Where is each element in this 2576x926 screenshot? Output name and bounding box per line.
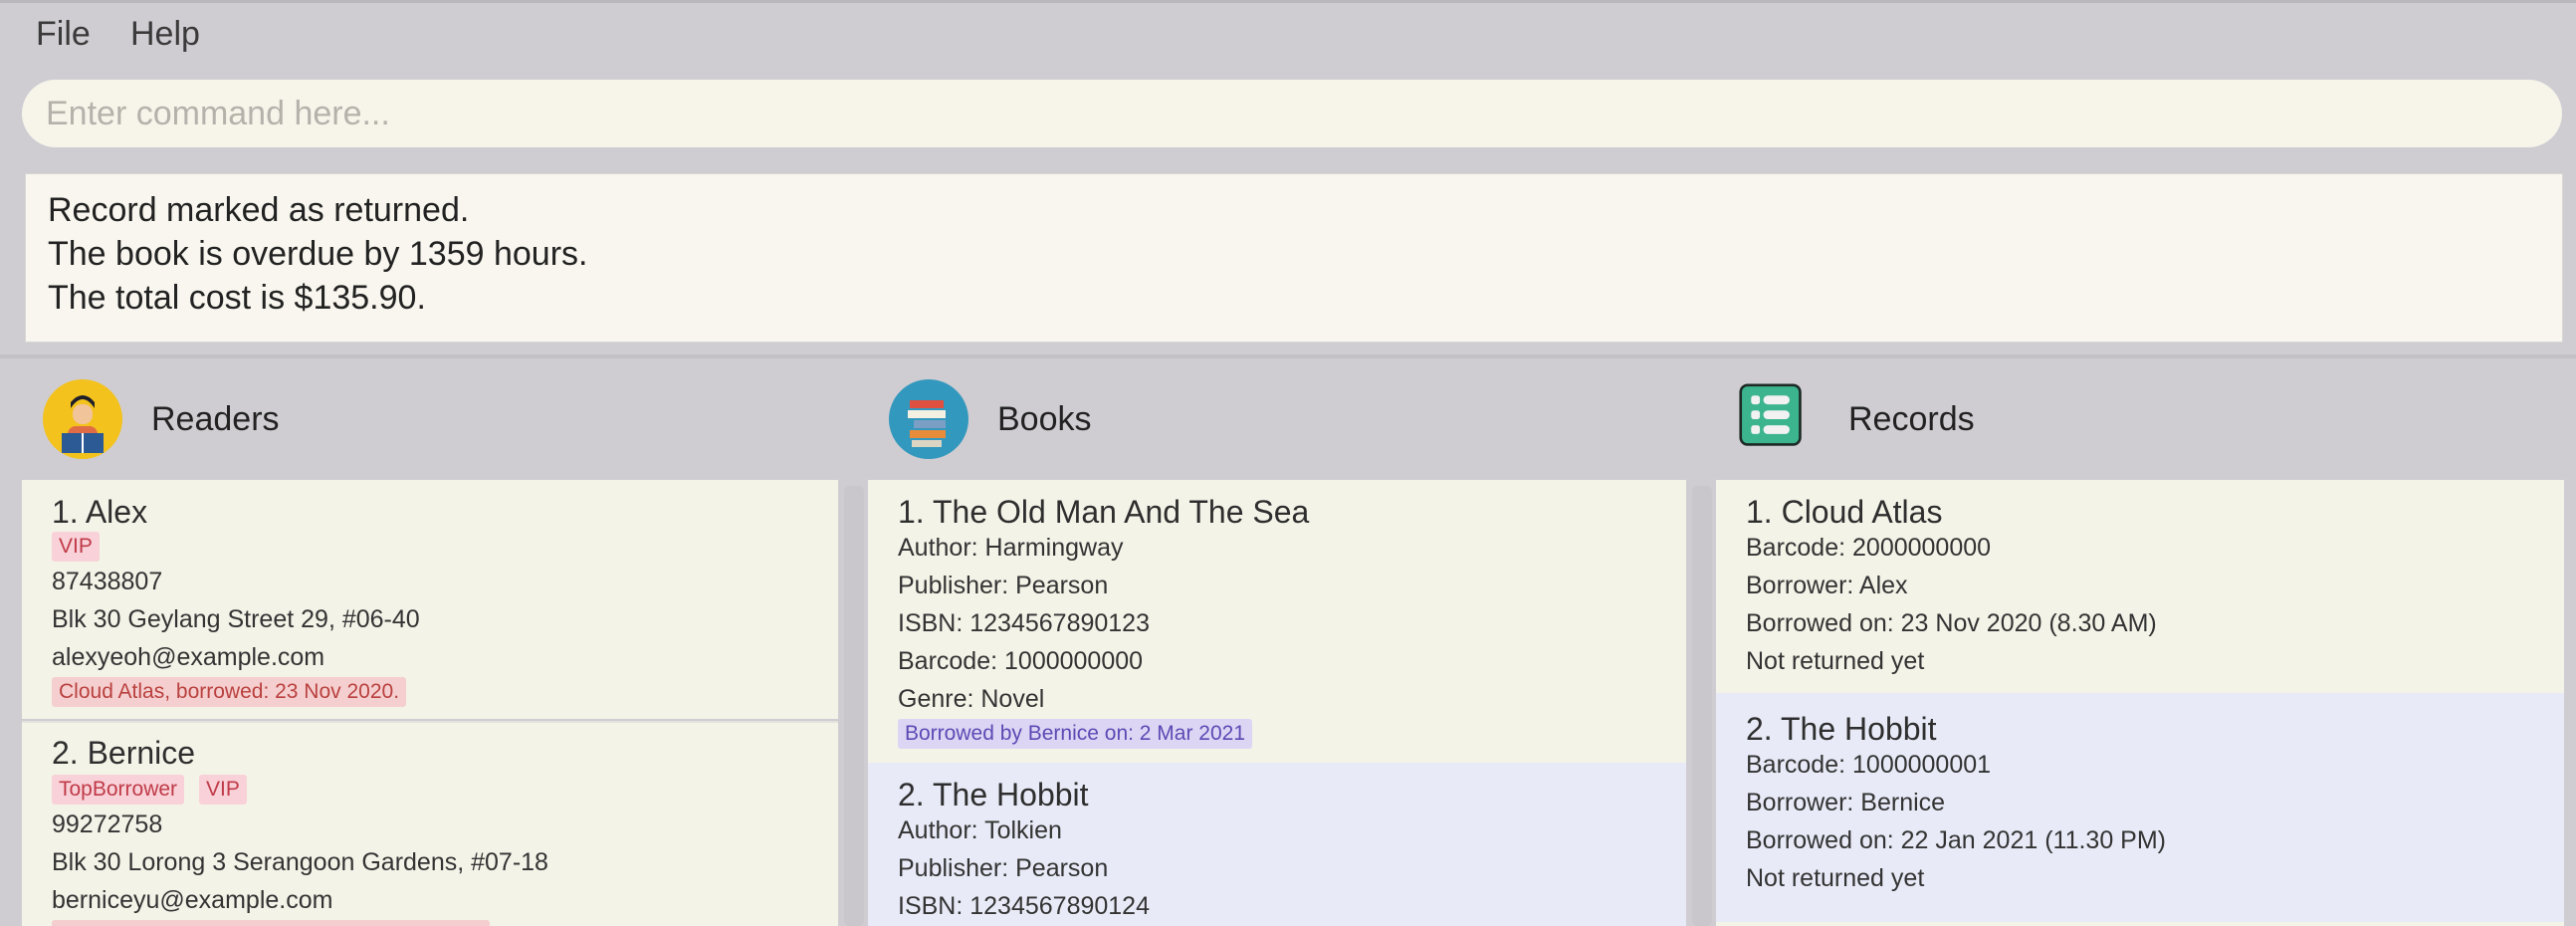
book-barcode: Barcode: 1000000000	[898, 647, 1144, 675]
result-line: The book is overdue by 1359 hours.	[48, 235, 588, 273]
list-item[interactable]: 1. The Old Man And The Sea Author: Harmi…	[868, 480, 1686, 763]
readers-title: Readers	[151, 400, 280, 438]
book-publisher: Publisher: Pearson	[898, 572, 1109, 599]
reader-avatar-icon	[43, 379, 122, 459]
reader-email: alexyeoh@example.com	[52, 643, 325, 671]
command-placeholder: Enter command here...	[46, 95, 390, 132]
menu-help[interactable]: Help	[130, 15, 200, 54]
reader-email: berniceyu@example.com	[52, 886, 333, 914]
book-name: 1. The Old Man And The Sea	[898, 494, 1310, 530]
record-name: 2. The Hobbit	[1746, 711, 1937, 747]
result-display: Record marked as returned. The book is o…	[25, 173, 2563, 343]
book-genre: Genre: Novel	[898, 685, 1045, 713]
tag: VIP	[199, 775, 247, 805]
books-title: Books	[997, 400, 1092, 438]
readers-scrollbar[interactable]	[844, 486, 864, 926]
list-item[interactable]: 2. The Hobbit Author: Tolkien Publisher:…	[868, 763, 1686, 926]
list-item[interactable]: 1. Cloud Atlas Barcode: 2000000000 Borro…	[1716, 480, 2564, 693]
readers-list: 1. Alex VIP 87438807 Blk 30 Geylang Stre…	[22, 480, 838, 926]
reader-phone: 87438807	[52, 568, 163, 595]
result-line: Record marked as returned.	[48, 191, 470, 229]
record-borrower: Borrower: Bernice	[1746, 789, 1946, 816]
record-barcode: Barcode: 1000000001	[1746, 751, 1992, 779]
list-item[interactable]: 2. Bernice TopBorrower VIP 99272758 Blk …	[22, 721, 838, 926]
divider	[0, 354, 2576, 358]
reader-name: 1. Alex	[52, 494, 148, 530]
menu-file[interactable]: File	[36, 15, 91, 54]
records-header: Records	[1739, 378, 2535, 462]
books-list: 1. The Old Man And The Sea Author: Harmi…	[868, 480, 1686, 926]
record-borrowed: Borrowed on: 22 Jan 2021 (11.30 PM)	[1746, 826, 2167, 854]
record-name: 1. Cloud Atlas	[1746, 494, 1943, 530]
record-returned: Not returned yet	[1746, 864, 1925, 892]
reader-address: Blk 30 Lorong 3 Serangoon Gardens, #07-1…	[52, 848, 548, 876]
record-borrower: Borrower: Alex	[1746, 572, 1908, 599]
menu-bar: File Help	[0, 0, 2576, 69]
book-isbn: ISBN: 1234567890124	[898, 892, 1150, 920]
list-item[interactable]	[1716, 922, 2564, 926]
status-badge: Borrowed by Bernice on: 2 Mar 2021	[898, 719, 1253, 749]
list-item[interactable]: 2. The Hobbit Barcode: 1000000001 Borrow…	[1716, 693, 2564, 922]
book-author: Author: Tolkien	[898, 816, 1062, 844]
command-input[interactable]: Enter command here...	[22, 80, 2562, 147]
book-author: Author: Harmingway	[898, 534, 1124, 562]
records-list: 1. Cloud Atlas Barcode: 2000000000 Borro…	[1716, 480, 2564, 926]
book-publisher: Publisher: Pearson	[898, 854, 1109, 882]
record-barcode: Barcode: 2000000000	[1746, 534, 1992, 562]
records-title: Records	[1848, 400, 1975, 438]
books-scrollbar[interactable]	[1692, 486, 1712, 926]
books-icon	[889, 379, 968, 459]
tag: VIP	[52, 532, 100, 562]
result-line: The total cost is $135.90.	[48, 279, 426, 317]
borrow-tag	[52, 920, 490, 926]
reader-address: Blk 30 Geylang Street 29, #06-40	[52, 605, 420, 633]
record-returned: Not returned yet	[1746, 647, 1925, 675]
reader-phone: 99272758	[52, 810, 163, 838]
reader-name: 2. Bernice	[52, 735, 196, 771]
book-isbn: ISBN: 1234567890123	[898, 609, 1150, 637]
books-header: Books	[888, 378, 1684, 462]
tag: TopBorrower	[52, 775, 185, 805]
readers-header: Readers	[42, 378, 838, 462]
list-icon	[1739, 383, 1802, 446]
book-name: 2. The Hobbit	[898, 777, 1089, 812]
record-borrowed: Borrowed on: 23 Nov 2020 (8.30 AM)	[1746, 609, 2157, 637]
list-item[interactable]: 1. Alex VIP 87438807 Blk 30 Geylang Stre…	[22, 480, 838, 719]
borrow-tag: Cloud Atlas, borrowed: 23 Nov 2020.	[52, 677, 407, 707]
